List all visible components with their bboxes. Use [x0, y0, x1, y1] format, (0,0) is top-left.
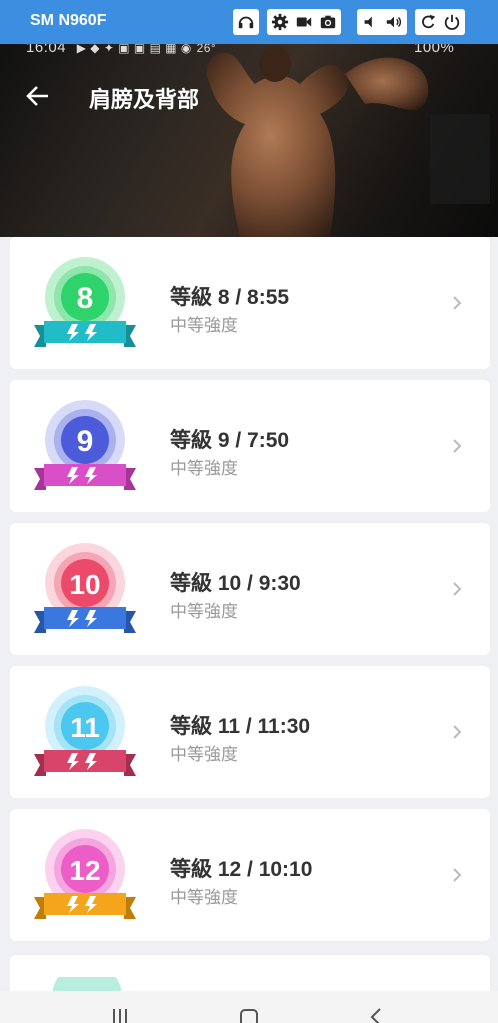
- level-number: 9: [77, 425, 94, 458]
- status-battery: 100%: [414, 44, 455, 56]
- hero-image: [206, 46, 490, 237]
- level-badge-icon: 11: [34, 686, 136, 776]
- gear-icon[interactable]: [271, 13, 289, 31]
- level-badge-icon: 9: [34, 400, 136, 490]
- chevron-right-icon: [453, 439, 462, 453]
- level-number: 11: [70, 712, 100, 743]
- level-badge-icon: 8: [34, 257, 136, 347]
- status-time: 16:04: [26, 44, 67, 56]
- level-card[interactable]: 10 等級 10 / 9:30 中等強度: [10, 523, 490, 655]
- headphones-icon[interactable]: [237, 13, 255, 31]
- chevron-right-icon: [453, 725, 462, 739]
- system-nav-bar: [0, 991, 498, 1023]
- chevron-right-icon: [453, 296, 462, 310]
- level-card[interactable]: 9 等級 9 / 7:50 中等強度: [10, 380, 490, 512]
- hero-header: 16:04 ▶ ◆ ✦ ▣ ▣ ▤ ▦ ◉ 26° 100% 肩膀及背部: [0, 44, 498, 237]
- home-icon[interactable]: [238, 1005, 260, 1023]
- power-control-group: [415, 9, 465, 35]
- chevron-right-icon: [453, 582, 462, 596]
- chevron-right-icon: [453, 868, 462, 882]
- status-notification-icons: ▶ ◆ ✦ ▣ ▣ ▤ ▦ ◉: [76, 44, 192, 55]
- level-card-partial[interactable]: [10, 955, 490, 997]
- level-intensity: 中等強度: [170, 459, 238, 478]
- level-title: 等級 12 / 10:10: [170, 858, 313, 881]
- level-intensity: 中等強度: [170, 602, 238, 621]
- rotate-icon[interactable]: [419, 13, 437, 31]
- capture-control-group: [267, 9, 341, 35]
- volume-down-icon[interactable]: [361, 13, 379, 31]
- level-number: 10: [69, 569, 100, 600]
- level-badge-icon: 12: [34, 829, 136, 919]
- back-arrow-icon[interactable]: [24, 82, 52, 110]
- level-number: 12: [69, 855, 100, 886]
- level-intensity: 中等強度: [170, 745, 238, 764]
- level-title: 等級 9 / 7:50: [170, 429, 290, 452]
- recent-apps-icon[interactable]: [110, 1005, 130, 1023]
- level-card[interactable]: 11 等級 11 / 11:30 中等強度: [10, 666, 490, 798]
- device-name: SM N960F: [30, 12, 107, 29]
- emulator-toolbar: SM N960F: [0, 0, 498, 44]
- power-icon[interactable]: [443, 13, 461, 31]
- level-badge-icon: 10: [34, 543, 136, 633]
- level-intensity: 中等強度: [170, 888, 238, 907]
- status-temperature: 26°: [196, 44, 217, 55]
- level-intensity: 中等強度: [170, 316, 238, 335]
- audio-control-group: [233, 9, 259, 35]
- video-camera-icon[interactable]: [295, 13, 313, 31]
- level-title: 等級 8 / 8:55: [170, 286, 290, 309]
- page-title: 肩膀及背部: [89, 87, 200, 112]
- level-title: 等級 10 / 9:30: [170, 572, 301, 595]
- level-card[interactable]: 12 等級 12 / 10:10 中等強度: [10, 809, 490, 941]
- volume-control-group: [357, 9, 407, 35]
- level-card[interactable]: 8 等級 8 / 8:55 中等強度: [10, 237, 490, 369]
- volume-up-icon[interactable]: [385, 13, 403, 31]
- level-title: 等級 11 / 11:30: [170, 715, 311, 738]
- status-bar: 16:04 ▶ ◆ ✦ ▣ ▣ ▤ ▦ ◉ 26° 100%: [26, 44, 454, 56]
- level-number: 8: [77, 282, 94, 315]
- nav-back-icon[interactable]: [368, 1005, 384, 1023]
- camera-icon[interactable]: [319, 13, 337, 31]
